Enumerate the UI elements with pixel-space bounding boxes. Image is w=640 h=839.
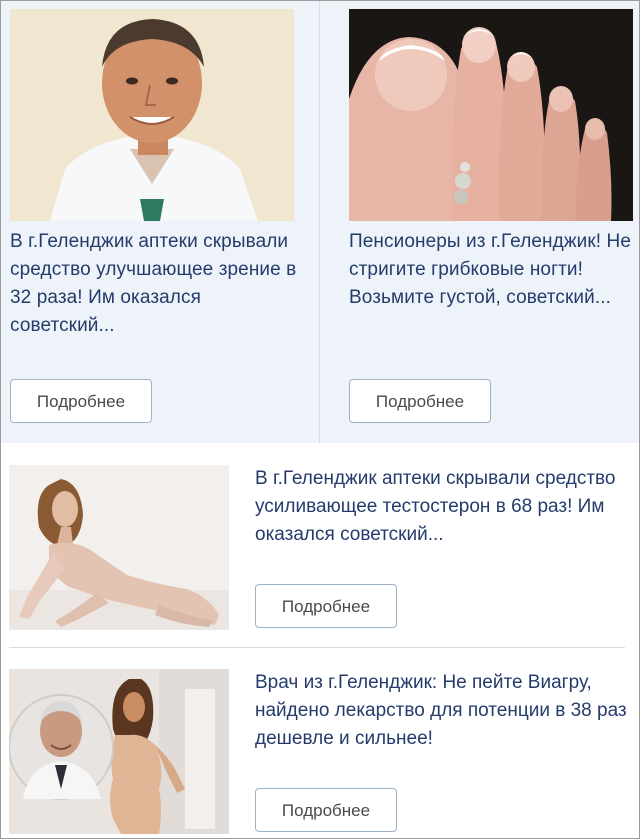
more-button[interactable]: Подробнее (10, 379, 152, 423)
ad-card[interactable]: В г.Геленджик аптеки скрывали средство у… (1, 1, 320, 443)
top-ad-row: В г.Геленджик аптеки скрывали средство у… (1, 1, 639, 443)
divider (9, 647, 625, 648)
ad-title[interactable]: В г.Геленджик аптеки скрывали средство у… (255, 465, 627, 549)
ad-card[interactable]: В г.Геленджик аптеки скрывали средство у… (1, 459, 639, 649)
more-button[interactable]: Подробнее (255, 788, 397, 832)
ad-card[interactable]: Пенсионеры из г.Геленджик! Не стригите г… (320, 1, 639, 443)
ad-feed: В г.Геленджик аптеки скрывали средство у… (0, 0, 640, 839)
ad-title[interactable]: Пенсионеры из г.Геленджик! Не стригите г… (349, 228, 639, 312)
ad-image-doctor[interactable] (10, 9, 294, 221)
more-button[interactable]: Подробнее (255, 584, 397, 628)
ad-image-woman[interactable] (9, 465, 229, 630)
ad-title[interactable]: Врач из г.Геленджик: Не пейте Виагру, на… (255, 669, 627, 753)
more-button[interactable]: Подробнее (349, 379, 491, 423)
ad-image-doctor-woman[interactable] (9, 669, 229, 834)
ad-title[interactable]: В г.Геленджик аптеки скрывали средство у… (10, 228, 300, 340)
ad-image-toes[interactable] (349, 9, 633, 221)
ad-card[interactable]: Врач из г.Геленджик: Не пейте Виагру, на… (1, 663, 639, 838)
